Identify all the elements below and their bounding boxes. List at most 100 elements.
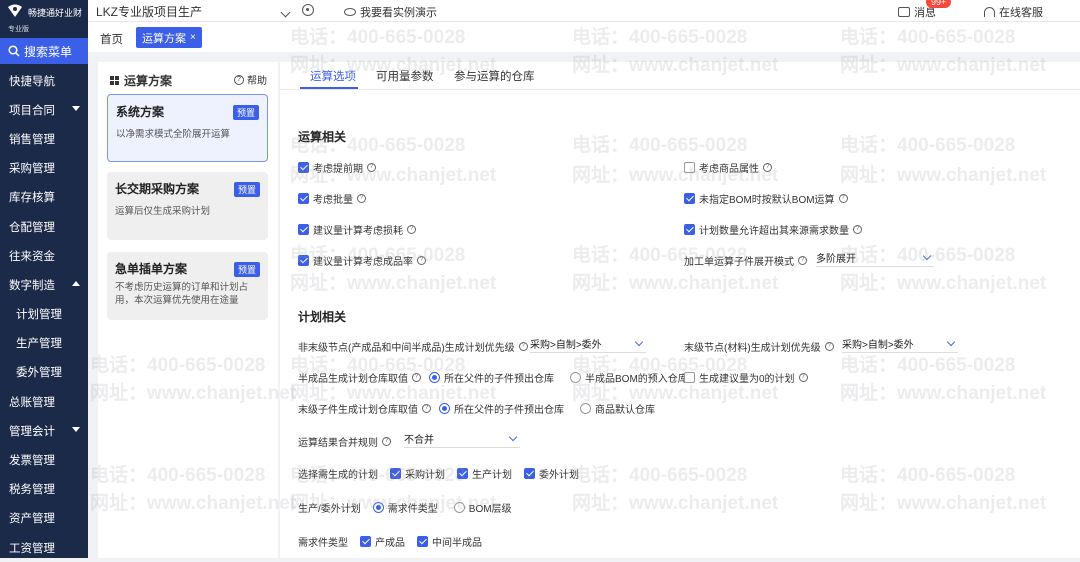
service-label: 在线客服 <box>999 7 1043 19</box>
plan-card-rush[interactable]: 急单插单方案 预置 不考虑历史运算的订单和计划占用，本次运算优先使用在途量 <box>107 252 268 320</box>
help-icon[interactable]: ? <box>838 194 848 203</box>
sidebar-item-label: 发票管理 <box>9 455 55 468</box>
sidebar-item[interactable]: 采购管理 <box>0 154 88 183</box>
radio[interactable] <box>580 403 591 414</box>
opt-default-bom[interactable]: 未指定BOM时按默认BOM运算? <box>684 191 848 206</box>
checkbox[interactable] <box>298 224 309 235</box>
options-tabs: 运算选项 可用量参数 参与运算的仓库 <box>280 62 1080 90</box>
demo-link[interactable]: 我要看实例演示 <box>344 4 437 20</box>
tab-warehouses[interactable]: 参与运算的仓库 <box>454 68 535 84</box>
checkbox[interactable] <box>684 372 695 383</box>
gen-outsourcing[interactable]: 委外计划 <box>539 466 579 481</box>
checkbox[interactable] <box>457 468 468 479</box>
opt-loss[interactable]: 建议量计算考虑损耗? <box>298 222 416 237</box>
opt-product-attr[interactable]: 考虑商品属性? <box>684 160 772 175</box>
sidebar-item[interactable]: 计划管理 <box>0 300 88 329</box>
sidebar-item[interactable]: 委外管理 <box>0 358 88 387</box>
type-semi[interactable]: 中间半成品 <box>432 534 482 549</box>
help-icon[interactable]: ? <box>417 256 426 265</box>
opt-lead-time[interactable]: 考虑提前期? <box>298 160 376 175</box>
help-icon[interactable]: ? <box>798 256 807 265</box>
sidebar-item[interactable]: 销售管理 <box>0 124 88 153</box>
nonleaf-priority-select[interactable]: 采购>自制>委外 <box>530 335 646 353</box>
sidebar-item[interactable]: 税务管理 <box>0 475 88 504</box>
help-icon[interactable]: ? <box>407 225 416 234</box>
help-icon[interactable]: ? <box>412 373 421 382</box>
help-icon[interactable]: ? <box>824 342 834 351</box>
sidebar-item[interactable]: 资产管理 <box>0 504 88 533</box>
prod-opt2[interactable]: BOM层级 <box>469 500 512 515</box>
expand-mode-select[interactable]: 多阶展开 <box>816 249 934 267</box>
checkbox[interactable] <box>684 162 695 173</box>
checkbox[interactable] <box>390 468 401 479</box>
merge-rule-select[interactable]: 不合并 <box>404 430 520 448</box>
sidebar-item[interactable]: 库存核算 <box>0 183 88 212</box>
opt-label: 考虑提前期 <box>313 164 363 175</box>
help-link[interactable]: ? 帮助 <box>234 72 267 87</box>
sidebar-item[interactable]: 总账管理 <box>0 387 88 416</box>
sidebar-item[interactable]: 快捷导航 <box>0 66 88 95</box>
help-icon[interactable]: ? <box>367 163 376 172</box>
tab-calc-options[interactable]: 运算选项 <box>310 68 356 84</box>
sidebar-item[interactable]: 生产管理 <box>0 329 88 358</box>
sidebar-item[interactable]: 管理会计 <box>0 416 88 445</box>
plan-card-long-lead[interactable]: 长交期采购方案 预置 运算后仅生成采购计划 <box>107 172 268 240</box>
checkbox[interactable] <box>298 162 309 173</box>
checkbox[interactable] <box>360 536 371 547</box>
plan-card-system[interactable]: 系统方案 预置 以净需求模式全阶展开运算 <box>107 94 268 162</box>
semi-opt2[interactable]: 半成品BOM的预入仓库 <box>585 370 688 385</box>
gear-icon[interactable] <box>302 4 314 16</box>
leafwh-opt1[interactable]: 所在父件的子件预出仓库 <box>454 401 564 416</box>
leafwh-opt2[interactable]: 商品默认仓库 <box>595 401 655 416</box>
close-icon[interactable]: × <box>190 32 196 43</box>
opt-label: 计划数量允许超出其来源需求数量 <box>699 226 849 237</box>
grid-icon <box>110 76 119 85</box>
radio[interactable] <box>570 372 581 383</box>
checkbox[interactable] <box>417 536 428 547</box>
tab-available-params[interactable]: 可用量参数 <box>376 68 434 84</box>
checkbox[interactable] <box>684 193 695 204</box>
prod-plan-field: 生产/委外计划 需求件类型 BOM层级 <box>298 500 512 515</box>
opt-zero-plan[interactable]: 生成建议量为0的计划? <box>684 370 808 385</box>
radio[interactable] <box>439 403 450 414</box>
sidebar-item[interactable]: 仓配管理 <box>0 212 88 241</box>
opt-batch[interactable]: 考虑批量? <box>298 191 366 206</box>
online-service-button[interactable]: 在线客服 <box>984 4 1043 20</box>
checkbox[interactable] <box>524 468 535 479</box>
type-finished[interactable]: 产成品 <box>375 534 405 549</box>
gen-purchase[interactable]: 采购计划 <box>405 466 445 481</box>
radio[interactable] <box>372 502 384 513</box>
caret-up-icon <box>72 281 80 287</box>
prod-opt1[interactable]: 需求件类型 <box>388 500 438 515</box>
tab-calc-plan[interactable]: 运算方案 × <box>136 27 202 48</box>
help-icon[interactable]: ? <box>798 373 808 382</box>
checkbox[interactable] <box>684 224 695 235</box>
sidebar-item[interactable]: 项目合同 <box>0 95 88 124</box>
radio[interactable] <box>429 372 440 383</box>
opt-exceed-source[interactable]: 计划数量允许超出其来源需求数量? <box>684 222 862 237</box>
leaf-priority-select[interactable]: 采购>自制>委外 <box>842 335 958 353</box>
project-select[interactable]: LKZ专业版项目生产 <box>96 3 292 20</box>
help-icon[interactable]: ? <box>518 342 528 351</box>
opt-yield[interactable]: 建议量计算考虑成品率? <box>298 253 426 268</box>
nonleaf-priority-label: 非末级节点(产成品和中间半成品)生成计划优先级 <box>298 343 515 354</box>
sidebar-item[interactable]: 发票管理 <box>0 445 88 474</box>
search-menu-button[interactable]: 搜索菜单 <box>0 38 88 64</box>
gen-production[interactable]: 生产计划 <box>472 466 512 481</box>
sidebar-item[interactable]: 往来资金 <box>0 241 88 270</box>
checkbox[interactable] <box>298 255 309 266</box>
semi-opt1[interactable]: 所在父件的子件预出仓库 <box>444 370 554 385</box>
sidebar-item-label: 生产管理 <box>16 338 62 351</box>
tab-home[interactable]: 首页 <box>100 31 123 47</box>
sidebar-item[interactable]: 数字制造 <box>0 270 88 299</box>
help-icon[interactable]: ? <box>763 163 772 172</box>
help-icon[interactable]: ? <box>357 194 366 203</box>
sidebar-item-label: 数字制造 <box>9 279 55 292</box>
tab-calc-plan-label: 运算方案 <box>142 32 186 45</box>
checkbox[interactable] <box>298 193 309 204</box>
help-icon[interactable]: ? <box>382 437 391 446</box>
help-icon[interactable]: ? <box>422 404 431 413</box>
help-icon[interactable]: ? <box>853 225 862 234</box>
chevron-down-icon <box>946 337 956 347</box>
radio[interactable] <box>453 502 465 513</box>
